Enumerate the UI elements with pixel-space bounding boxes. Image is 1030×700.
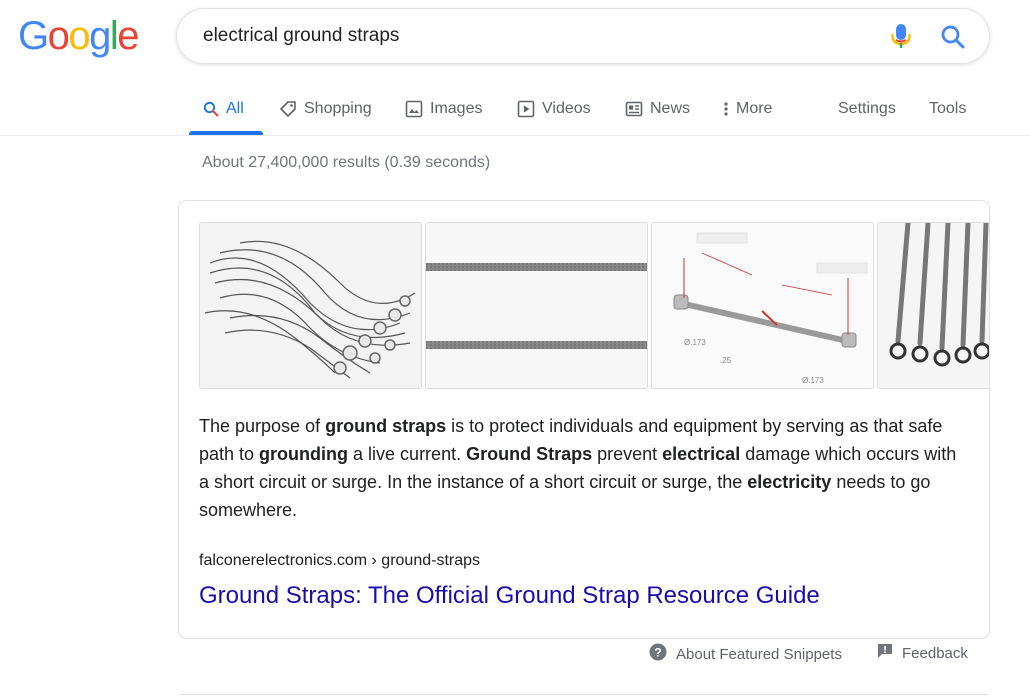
help-icon: ? [649, 643, 667, 665]
search-icon[interactable] [939, 23, 967, 51]
tab-label: News [650, 100, 691, 117]
logo-letter: l [109, 14, 119, 58]
answer-text: prevent [592, 444, 663, 464]
result-stats: About 27,400,000 results (0.39 seconds) [202, 154, 491, 171]
logo-letter: o [68, 14, 90, 58]
answer-highlight: grounding [259, 444, 349, 464]
about-featured-snippets[interactable]: ? About Featured Snippets [649, 643, 842, 665]
tag-icon [279, 100, 297, 118]
search-tabs: All Shopping Images Videos News More Set… [0, 86, 1030, 136]
active-tab-indicator [189, 131, 263, 135]
answer-highlight: Ground Straps [466, 444, 593, 464]
more-vert-icon [723, 100, 729, 118]
answer-text: a live current. [348, 444, 467, 464]
tab-more[interactable]: More [723, 98, 772, 120]
logo-letter: e [117, 14, 139, 58]
tools-button[interactable]: Tools [929, 98, 966, 120]
snippet-image[interactable] [425, 222, 648, 389]
tab-label: More [736, 100, 773, 117]
diagram-label: Ø.173 [684, 338, 706, 347]
search-box[interactable]: electrical ground straps [176, 8, 990, 64]
mic-icon[interactable] [889, 23, 913, 51]
image-icon [405, 100, 423, 118]
tab-shopping[interactable]: Shopping [279, 98, 372, 120]
settings-button[interactable]: Settings [838, 98, 896, 120]
featured-snippet: Ø.173 .25 Ø.173 The purpose of ground st… [178, 200, 990, 639]
diagram-label: .25 [720, 356, 732, 365]
tab-videos[interactable]: Videos [517, 98, 591, 120]
answer-text: The purpose of [199, 416, 326, 436]
snippet-image[interactable] [877, 222, 989, 389]
tab-label: Videos [542, 100, 591, 117]
play-icon [517, 100, 535, 118]
answer-highlight: electricity [747, 472, 832, 492]
newspaper-icon [625, 100, 643, 118]
tab-label: All [226, 100, 244, 117]
diagram-label: Ø.173 [802, 376, 824, 385]
logo-letter: o [47, 14, 70, 58]
answer-highlight: electrical [662, 444, 741, 464]
image-carousel[interactable]: Ø.173 .25 Ø.173 [199, 222, 989, 390]
divider [180, 694, 988, 695]
feedback-button[interactable]: Feedback [877, 643, 968, 663]
tab-label: Shopping [304, 100, 372, 117]
search-icon [203, 101, 219, 117]
logo-letter: g [89, 14, 111, 58]
result-url-breadcrumb[interactable]: falconerelectronics.com › ground-straps [199, 552, 480, 570]
tab-all[interactable]: All [203, 98, 244, 120]
search-input[interactable]: electrical ground straps [203, 25, 399, 47]
snippet-image[interactable]: Ø.173 .25 Ø.173 [651, 222, 874, 389]
svg-text:?: ? [654, 645, 661, 659]
feedback-label: Feedback [902, 644, 968, 662]
snippet-answer-text: The purpose of ground straps is to prote… [199, 412, 959, 524]
feedback-icon [877, 643, 893, 663]
answer-highlight: ground straps [325, 416, 447, 436]
tab-images[interactable]: Images [405, 98, 482, 120]
result-title-link[interactable]: Ground Straps: The Official Ground Strap… [199, 582, 820, 610]
logo-letter: G [18, 14, 49, 58]
google-logo[interactable]: Google [18, 14, 139, 59]
tab-news[interactable]: News [625, 98, 690, 120]
tab-label: Images [430, 100, 483, 117]
snippet-image[interactable] [199, 222, 422, 389]
about-featured-snippets-label: About Featured Snippets [676, 645, 842, 663]
